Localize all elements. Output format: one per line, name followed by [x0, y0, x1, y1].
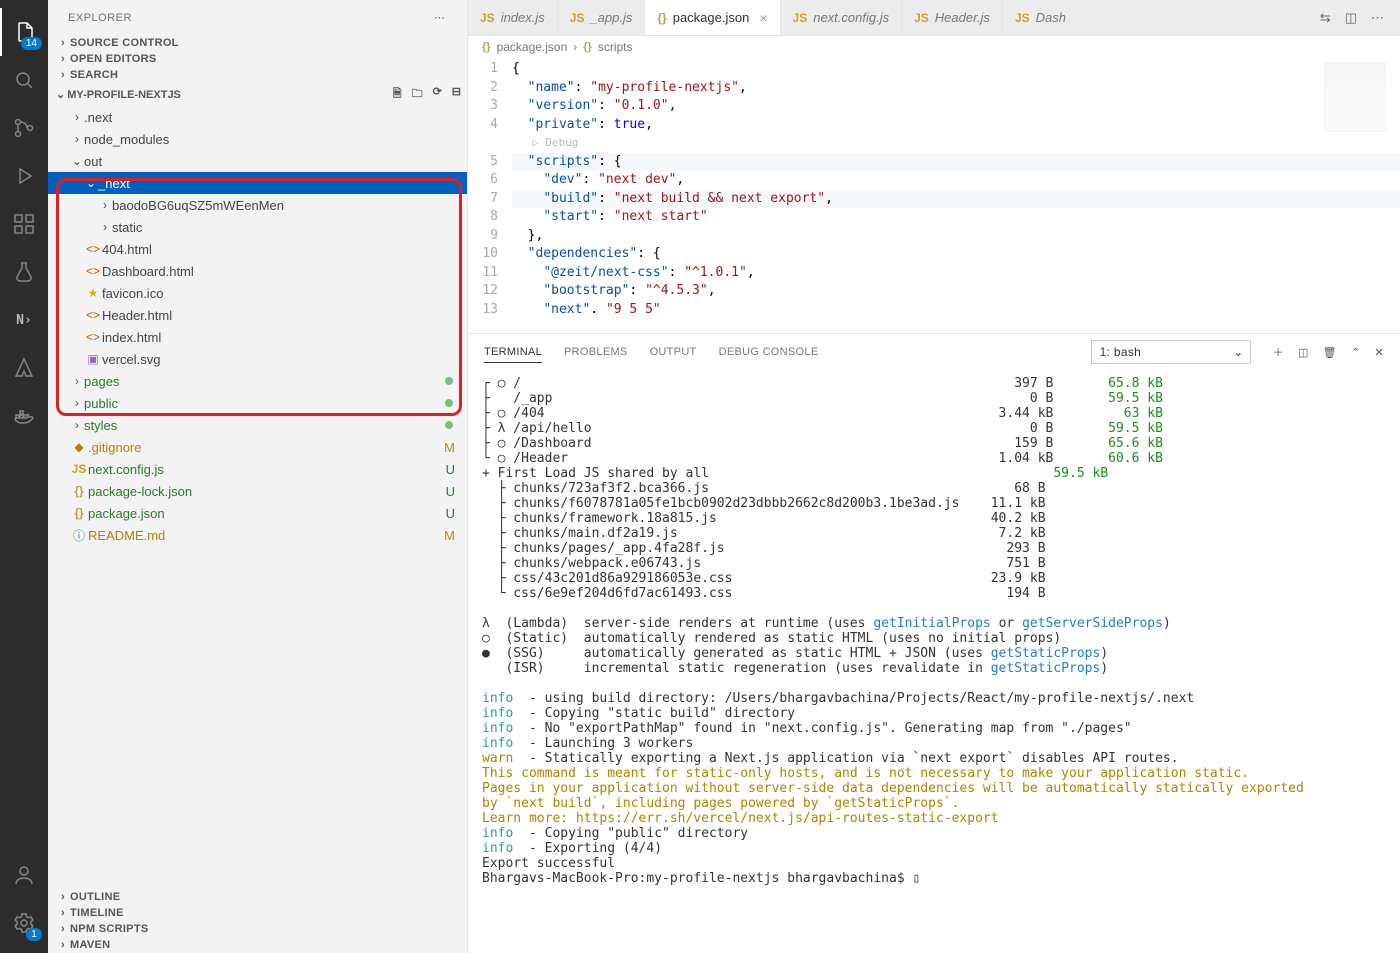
minimap[interactable]: [1324, 62, 1386, 132]
bottom-panel: TERMINAL PROBLEMS OUTPUT DEBUG CONSOLE 1…: [468, 333, 1400, 953]
testing-icon[interactable]: [0, 248, 48, 296]
section-project[interactable]: ⌄MY-PROFILE-NEXTJS 🗎 🗀 ⟳ ⊟: [48, 83, 467, 106]
dir-public[interactable]: ›public: [48, 392, 467, 414]
refresh-icon[interactable]: ⟳: [433, 85, 442, 104]
section-timeline[interactable]: ›TIMELINE: [48, 905, 467, 921]
tab-app[interactable]: JS_app.js: [558, 0, 646, 35]
ptab-output[interactable]: OUTPUT: [650, 342, 697, 362]
activity-bar: 14 N› 1: [0, 0, 48, 953]
code-area[interactable]: { "name": "my-profile-nextjs", "version"…: [512, 58, 1400, 333]
editor-group: JSindex.js JS_app.js {}package.json× JSn…: [468, 0, 1400, 953]
file-gitignore[interactable]: ◆.gitignoreM: [48, 436, 467, 458]
sidebar: EXPLORER ⋯ ›SOURCE CONTROL ›OPEN EDITORS…: [48, 0, 468, 953]
terminal-select[interactable]: 1: bash: [1091, 340, 1251, 364]
dir-out[interactable]: ⌄out: [48, 150, 467, 172]
explorer-icon[interactable]: 14: [0, 8, 48, 56]
new-terminal-icon[interactable]: ＋: [1273, 344, 1284, 360]
code-editor[interactable]: 12345678910111213 { "name": "my-profile-…: [468, 58, 1400, 333]
file-vercel-svg[interactable]: ▣vercel.svg: [48, 348, 467, 370]
dir-next[interactable]: ›.next: [48, 106, 467, 128]
account-icon[interactable]: [0, 851, 48, 899]
tab-header[interactable]: JSHeader.js: [902, 0, 1003, 35]
dir-node-modules[interactable]: ›node_modules: [48, 128, 467, 150]
breadcrumb[interactable]: {}package.json › {}scripts: [468, 36, 1400, 58]
sidebar-header: EXPLORER ⋯: [48, 0, 467, 35]
file-header-html[interactable]: <>Header.html: [48, 304, 467, 326]
dir-out-next[interactable]: ⌄_next: [48, 172, 467, 194]
section-source-control[interactable]: ›SOURCE CONTROL: [48, 35, 467, 51]
tab-more-icon[interactable]: ⋯: [1371, 10, 1386, 26]
source-control-icon[interactable]: [0, 104, 48, 152]
gutter: 12345678910111213: [468, 58, 512, 333]
dir-pages[interactable]: ›pages: [48, 370, 467, 392]
azure-icon[interactable]: [0, 344, 48, 392]
tab-index[interactable]: JSindex.js: [468, 0, 558, 35]
nx-icon[interactable]: N›: [0, 296, 48, 344]
file-index-html[interactable]: <>index.html: [48, 326, 467, 348]
compare-icon[interactable]: ⇆: [1320, 10, 1331, 26]
tab-dashboard[interactable]: JSDash: [1003, 0, 1078, 35]
explorer-badge: 14: [21, 37, 42, 50]
tab-next-config[interactable]: JSnext.config.js: [781, 0, 903, 35]
kill-terminal-icon[interactable]: 🗑: [1323, 346, 1337, 359]
dir-out-static[interactable]: ›static: [48, 216, 467, 238]
file-next-config[interactable]: JSnext.config.jsU: [48, 458, 467, 480]
terminal[interactable]: ┌ ○ / 397 B 65.8 kB ├ /_app 0 B 59.5 kB …: [468, 370, 1400, 953]
sidebar-title: EXPLORER: [68, 12, 132, 24]
section-npm-scripts[interactable]: ›NPM SCRIPTS: [48, 921, 467, 937]
extensions-icon[interactable]: [0, 200, 48, 248]
dir-out-hash[interactable]: ›baodoBG6uqSZ5mWEenMen: [48, 194, 467, 216]
file-pkg-lock[interactable]: {}package-lock.jsonU: [48, 480, 467, 502]
tab-bar: JSindex.js JS_app.js {}package.json× JSn…: [468, 0, 1400, 36]
search-icon[interactable]: [0, 56, 48, 104]
docker-icon[interactable]: [0, 392, 48, 440]
tab-package-json[interactable]: {}package.json×: [645, 0, 780, 35]
settings-icon[interactable]: 1: [0, 899, 48, 947]
file-readme[interactable]: ⓘREADME.mdM: [48, 524, 467, 546]
run-debug-icon[interactable]: [0, 152, 48, 200]
new-folder-icon[interactable]: 🗀: [412, 85, 423, 104]
ptab-debug[interactable]: DEBUG CONSOLE: [719, 342, 819, 362]
new-file-icon[interactable]: 🗎: [393, 85, 402, 104]
dir-styles[interactable]: ›styles: [48, 414, 467, 436]
close-icon[interactable]: ×: [759, 10, 767, 26]
section-search[interactable]: ›SEARCH: [48, 67, 467, 83]
panel-up-icon[interactable]: ⌃: [1351, 346, 1361, 359]
section-outline[interactable]: ›OUTLINE: [48, 889, 467, 905]
panel-close-icon[interactable]: ✕: [1374, 346, 1384, 359]
file-favicon[interactable]: ★favicon.ico: [48, 282, 467, 304]
split-icon[interactable]: ◫: [1345, 10, 1357, 26]
file-pkg[interactable]: {}package.jsonU: [48, 502, 467, 524]
ptab-problems[interactable]: PROBLEMS: [564, 342, 628, 362]
panel-tabs: TERMINAL PROBLEMS OUTPUT DEBUG CONSOLE 1…: [468, 334, 1400, 370]
file-dashboard-html[interactable]: <>Dashboard.html: [48, 260, 467, 282]
sidebar-more-icon[interactable]: ⋯: [434, 11, 447, 24]
split-terminal-icon[interactable]: ◫: [1298, 346, 1309, 359]
ptab-terminal[interactable]: TERMINAL: [484, 342, 542, 363]
section-maven[interactable]: ›MAVEN: [48, 937, 467, 953]
file-404[interactable]: <>404.html: [48, 238, 467, 260]
file-tree: ›.next ›node_modules ⌄out ⌄_next ›baodoB…: [48, 106, 467, 889]
settings-badge: 1: [26, 928, 42, 941]
section-open-editors[interactable]: ›OPEN EDITORS: [48, 51, 467, 67]
collapse-icon[interactable]: ⊟: [452, 85, 461, 104]
